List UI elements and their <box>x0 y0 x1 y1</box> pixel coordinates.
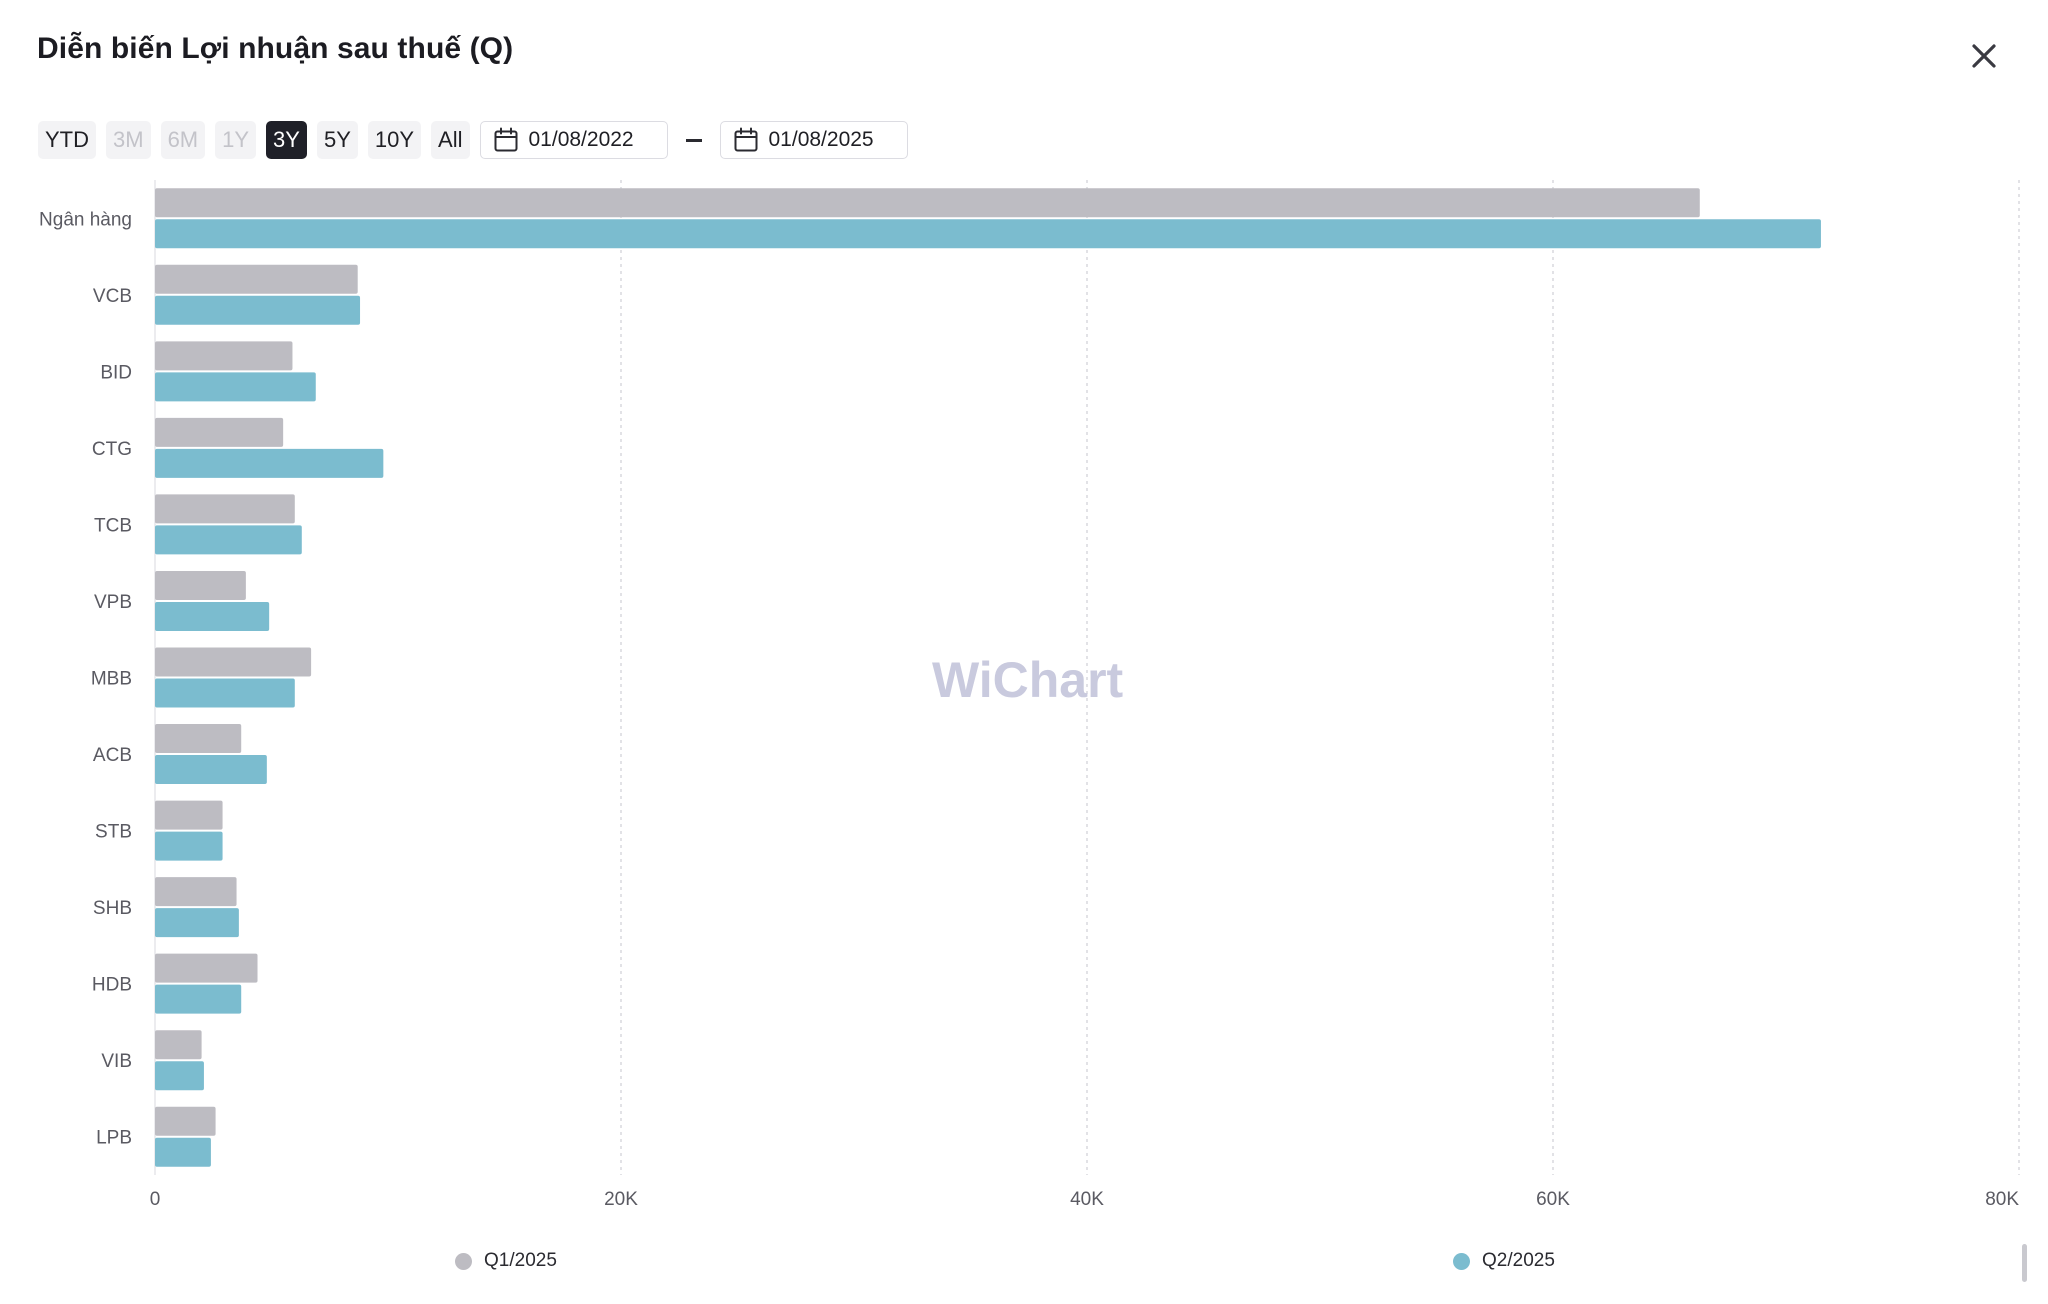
range-ytd-button[interactable]: YTD <box>38 121 96 159</box>
category-label: TCB <box>94 515 132 536</box>
x-tick-label: 80K <box>1985 1189 2019 1210</box>
range-all-button[interactable]: All <box>431 121 470 159</box>
bar-q2 <box>155 601 270 631</box>
bar-q2 <box>155 984 242 1014</box>
category-label: Ngân hàng <box>39 209 132 230</box>
bar-q2 <box>155 678 295 708</box>
calendar-icon <box>494 127 517 152</box>
legend-label-q1: Q1/2025 <box>484 1250 557 1271</box>
date-range-separator <box>685 138 702 142</box>
bar-q1 <box>155 877 237 907</box>
category-label: HDB <box>92 975 132 996</box>
close-icon <box>1972 44 1996 68</box>
bar-q2 <box>155 295 361 325</box>
page-title: Diễn biến Lợi nhuận sau thuế (Q) <box>37 32 514 65</box>
bar-q2 <box>155 1061 204 1091</box>
bar-q2 <box>155 448 384 478</box>
close-button[interactable] <box>1964 36 2004 76</box>
legend-item-q2[interactable]: Q2/2025 <box>1453 1250 1555 1272</box>
category-label: VIB <box>101 1051 132 1072</box>
bar-chart: WiChart Ngân hàng VCB BID CTG TCB VPB MBB ACB STB… <box>39 180 2020 1210</box>
range-6m-button[interactable]: 6M <box>160 121 206 159</box>
range-3y-button[interactable]: 3Y <box>266 121 307 159</box>
date-from-value: 01/08/2022 <box>528 128 634 151</box>
range-10y-button[interactable]: 10Y <box>367 121 422 159</box>
watermark-logo: WiChart <box>932 652 1124 708</box>
date-to-field[interactable]: 01/08/2025 <box>719 121 908 159</box>
bar-q1 <box>155 188 1700 218</box>
category-label: CTG <box>92 439 132 460</box>
category-label: MBB <box>91 669 132 690</box>
bar-q1 <box>155 417 284 447</box>
bar-q2 <box>155 525 302 555</box>
bar-q2 <box>155 1137 211 1167</box>
bar-q1 <box>155 341 293 371</box>
bar-q2 <box>155 755 267 785</box>
category-label: ACB <box>93 745 132 766</box>
category-label: VCB <box>93 286 132 307</box>
bar-q2 <box>155 372 316 402</box>
date-to-value: 01/08/2025 <box>768 128 874 151</box>
x-tick-label: 40K <box>1070 1189 1104 1210</box>
x-tick-label: 60K <box>1536 1189 1570 1210</box>
x-tick-label: 20K <box>604 1189 638 1210</box>
range-1y-button[interactable]: 1Y <box>215 121 257 159</box>
bar-q2 <box>155 831 223 861</box>
category-label: SHB <box>93 898 132 919</box>
category-label: BID <box>100 362 132 383</box>
legend-item-q1[interactable]: Q1/2025 <box>455 1250 557 1272</box>
bar-q1 <box>155 724 242 754</box>
bar-q1 <box>155 953 258 983</box>
legend-swatch-q1 <box>455 1252 472 1270</box>
bar-q1 <box>155 570 246 600</box>
range-5y-button[interactable]: 5Y <box>316 121 358 159</box>
category-label: LPB <box>96 1128 132 1149</box>
legend-swatch-q2 <box>1453 1252 1470 1270</box>
toolbar: YTD 3M 6M 1Y 3Y 5Y 10Y All 01/08/2022 01… <box>38 120 908 160</box>
range-3m-button[interactable]: 3M <box>106 121 151 159</box>
bar-q2 <box>155 219 1821 249</box>
bar-q1 <box>155 1030 202 1060</box>
bar-q1 <box>155 494 295 524</box>
date-from-field[interactable]: 01/08/2022 <box>479 121 668 159</box>
bar-q1 <box>155 647 312 677</box>
bar-q1 <box>155 800 223 830</box>
bar-q1 <box>155 264 358 294</box>
legend-label-q2: Q2/2025 <box>1482 1250 1555 1271</box>
x-tick-label: 0 <box>150 1189 161 1210</box>
category-label: STB <box>95 822 132 843</box>
category-label: VPB <box>94 592 132 613</box>
calendar-icon <box>734 127 757 152</box>
scrollbar-thumb[interactable] <box>2022 1244 2027 1282</box>
bar-q1 <box>155 1106 216 1136</box>
bar-q2 <box>155 908 239 938</box>
